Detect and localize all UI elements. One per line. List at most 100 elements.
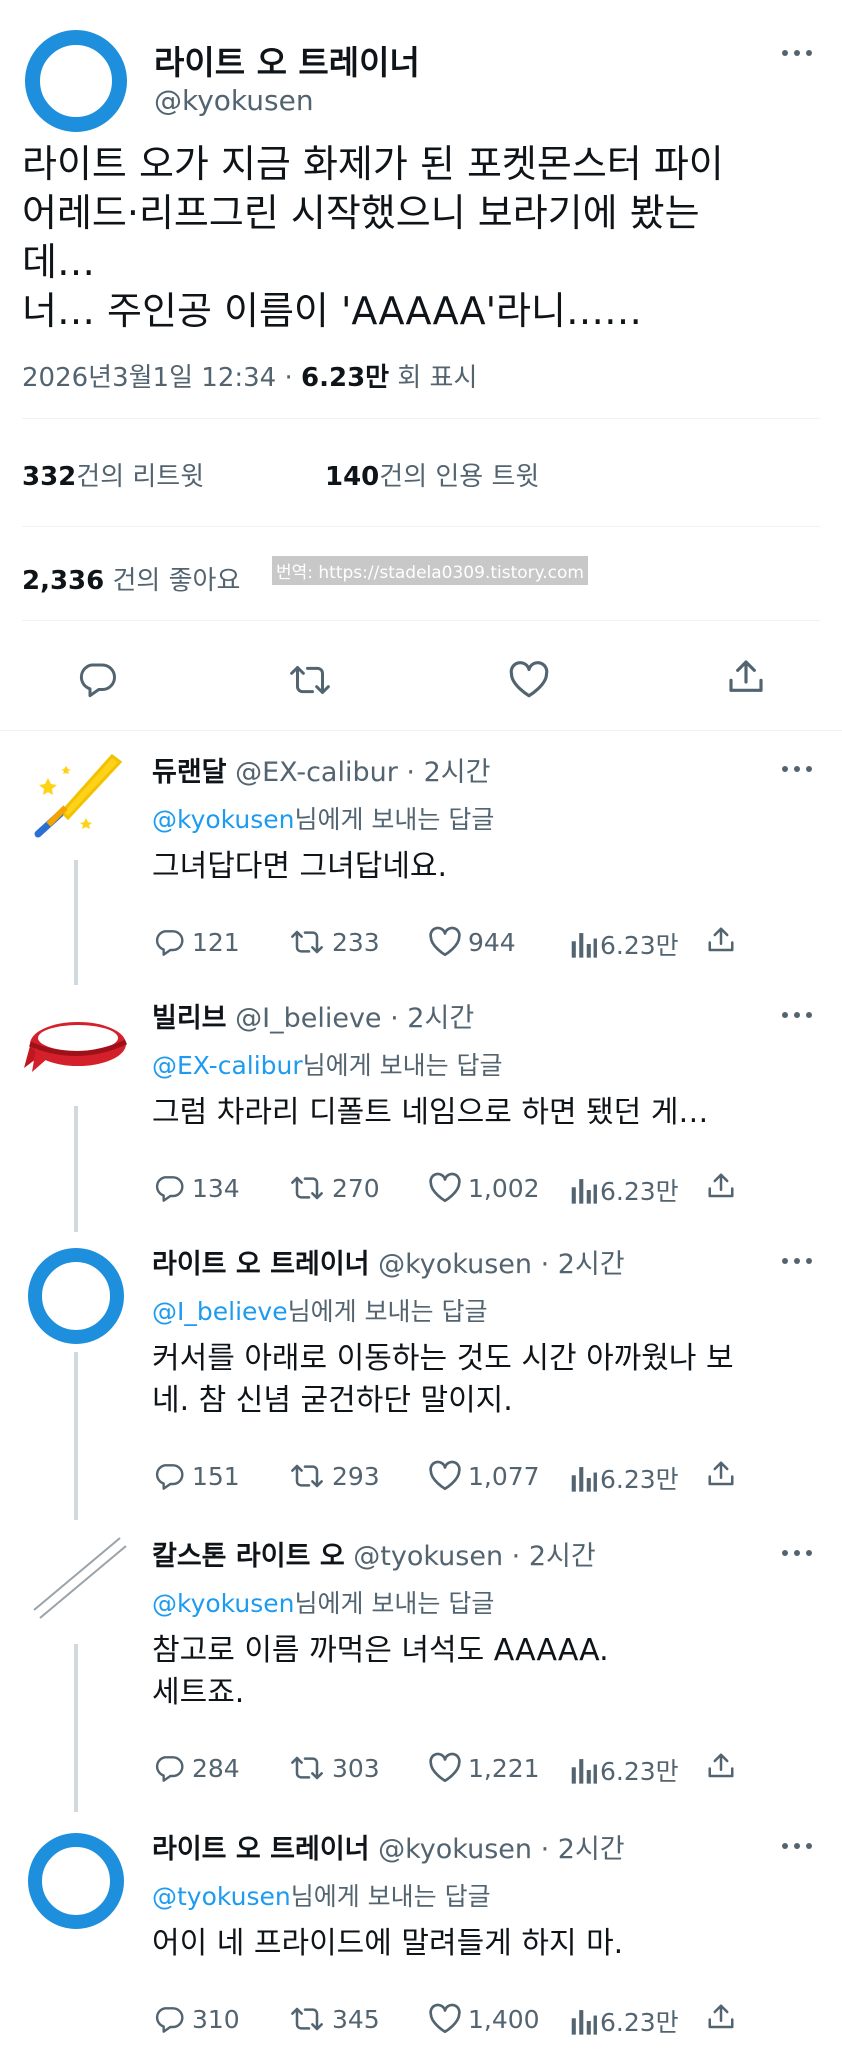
reply-to: @kyokusen님에게 보내는 답글 [152, 800, 494, 836]
reply-text: 그럼 차라리 디폴트 네임으로 하면 됐던 게… [152, 1092, 708, 1134]
bandana-icon[interactable] [22, 1002, 132, 1086]
like-icon[interactable] [508, 660, 550, 704]
reply-to-suffix: 님에게 보내는 답글 [287, 1297, 488, 1326]
share-icon[interactable] [706, 924, 736, 956]
reply-count: 310 [192, 2004, 240, 2034]
reply-text-line: 커서를 아래로 이동하는 것도 시간 아까웠나 보 [152, 1341, 734, 1376]
views-action[interactable]: 6.23만 [570, 2003, 679, 2039]
views-action[interactable]: 6.23만 [570, 926, 679, 962]
views-action[interactable]: 6.23만 [570, 1172, 679, 1208]
views-count: 6.23만 [600, 1177, 679, 1206]
reply-to: @I_believe님에게 보내는 답글 [152, 1292, 487, 1328]
likes-stat[interactable]: 2,336 건의 좋아요 [22, 560, 240, 597]
tweet-meta: 2026년3월1일 12:34 · 6.23만 회 표시 [22, 357, 477, 394]
like-count: 1,221 [468, 1753, 540, 1783]
reply-count: 151 [192, 1461, 240, 1491]
reply-to-handle[interactable]: @I_believe [152, 1297, 288, 1326]
thread-line [74, 1352, 78, 1520]
more-options-icon[interactable] [782, 50, 812, 58]
reply-header: 듀랜달 @EX-calibur · 2시간 [152, 750, 490, 789]
reply-to-suffix: 님에게 보내는 답글 [290, 1882, 491, 1911]
thread-line [74, 1644, 78, 1812]
like-action[interactable]: 1,002 [428, 1172, 540, 1204]
translation-watermark: 번역: https://stadela0309.tistory.com [272, 556, 588, 585]
reply-text-line: 그녀답다면 그녀답네요. [152, 849, 448, 884]
tweet-text-line: 데… [22, 240, 95, 284]
reply-to-suffix: 님에게 보내는 답글 [294, 1589, 495, 1618]
ring-icon[interactable] [28, 1248, 124, 1344]
reply-text-line: 세트죠. [152, 1675, 245, 1710]
reply-to-handle[interactable]: @kyokusen [152, 1589, 294, 1618]
reply-action[interactable]: 284 [152, 1752, 240, 1784]
reply-time[interactable]: · 2시간 [390, 1003, 474, 1034]
more-options-icon[interactable] [782, 1012, 812, 1020]
reply-action[interactable]: 151 [152, 1460, 240, 1492]
reply-display-name[interactable]: 라이트 오 트레이너 [152, 1249, 370, 1280]
quotes-stat[interactable]: 140건의 인용 트윗 [325, 456, 539, 493]
reply-display-name[interactable]: 칼스톤 라이트 오 [152, 1541, 345, 1572]
more-options-icon[interactable] [782, 1843, 812, 1851]
reply-handle[interactable]: @tyokusen [353, 1541, 503, 1572]
reply-text: 참고로 이름 까먹은 녀석도 AAAAA. 세트죠. [152, 1630, 609, 1714]
reply-to-handle[interactable]: @EX-calibur [152, 1051, 303, 1080]
retweet-action[interactable]: 303 [288, 1752, 380, 1784]
reply-time[interactable]: · 2시간 [406, 757, 490, 788]
like-action[interactable]: 1,221 [428, 1752, 540, 1784]
reply-time[interactable]: · 2시간 [512, 1541, 596, 1572]
like-action[interactable]: 1,077 [428, 1460, 540, 1492]
display-name[interactable]: 라이트 오 트레이너 [154, 36, 420, 84]
retweets-stat[interactable]: 332건의 리트윗 [22, 456, 204, 493]
reply-handle[interactable]: @kyokusen [378, 1249, 532, 1280]
reply-time[interactable]: · 2시간 [541, 1834, 625, 1865]
retweet-action[interactable]: 270 [288, 1172, 380, 1204]
reply-text: 커서를 아래로 이동하는 것도 시간 아까웠나 보 네. 참 신념 굳건하단 말이… [152, 1338, 734, 1422]
retweet-action[interactable]: 293 [288, 1460, 380, 1492]
sword-icon[interactable] [26, 748, 126, 852]
retweet-icon[interactable] [288, 660, 332, 704]
more-options-icon[interactable] [782, 1550, 812, 1558]
reply-handle[interactable]: @kyokusen [378, 1834, 532, 1865]
reply-to: @kyokusen님에게 보내는 답글 [152, 1584, 494, 1620]
tweet-text-line: 라이트 오가 지금 화제가 된 포켓몬스터 파이 [22, 142, 724, 186]
reply-to-handle[interactable]: @tyokusen [152, 1882, 291, 1911]
reply-display-name[interactable]: 빌리브 [152, 1003, 227, 1034]
views-action[interactable]: 6.23만 [570, 1752, 679, 1788]
ring-icon[interactable] [28, 1833, 124, 1929]
reply-count: 134 [192, 1173, 240, 1203]
reply-to-handle[interactable]: @kyokusen [152, 805, 294, 834]
retweet-action[interactable]: 233 [288, 926, 380, 958]
double-line-icon[interactable] [28, 1532, 128, 1636]
reply-icon[interactable] [76, 658, 118, 704]
share-icon[interactable] [726, 656, 766, 702]
reply-action[interactable]: 134 [152, 1172, 240, 1204]
retweets-count: 332 [22, 462, 77, 492]
reply-display-name[interactable]: 듀랜달 [152, 757, 227, 788]
share-icon[interactable] [706, 1170, 736, 1202]
more-options-icon[interactable] [782, 1258, 812, 1266]
avatar[interactable] [25, 30, 127, 132]
like-action[interactable]: 944 [428, 926, 516, 958]
reply-time[interactable]: · 2시간 [541, 1249, 625, 1280]
like-action[interactable]: 1,400 [428, 2003, 540, 2035]
timestamp[interactable]: 2026년3월1일 12:34 [22, 363, 276, 393]
retweet-count: 270 [332, 1173, 380, 1203]
retweet-count: 233 [332, 927, 380, 957]
share-icon[interactable] [706, 1458, 736, 1490]
reply-count: 121 [192, 927, 240, 957]
more-options-icon[interactable] [782, 766, 812, 774]
views-action[interactable]: 6.23만 [570, 1460, 679, 1496]
reply-action[interactable]: 310 [152, 2003, 240, 2035]
user-handle[interactable]: @kyokusen [154, 84, 314, 117]
like-count: 944 [468, 927, 516, 957]
like-count: 1,400 [468, 2004, 540, 2034]
reply-to-suffix: 님에게 보내는 답글 [302, 1051, 503, 1080]
divider [22, 526, 820, 527]
reply-display-name[interactable]: 라이트 오 트레이너 [152, 1834, 370, 1865]
reply-handle[interactable]: @I_believe [235, 1003, 381, 1034]
share-icon[interactable] [706, 1750, 736, 1782]
reply-handle[interactable]: @EX-calibur [235, 757, 398, 788]
views-count: 6.23만 [600, 931, 679, 960]
reply-action[interactable]: 121 [152, 926, 240, 958]
share-icon[interactable] [706, 2001, 736, 2033]
retweet-action[interactable]: 345 [288, 2003, 380, 2035]
